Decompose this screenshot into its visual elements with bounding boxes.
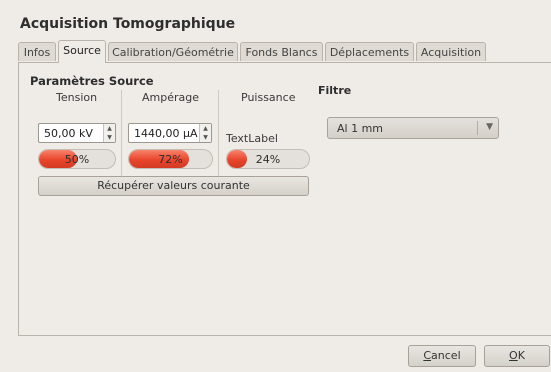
window-title: Acquisition Tomographique xyxy=(20,16,236,32)
spin-arrows: ▲ ▼ xyxy=(199,124,211,142)
column-divider xyxy=(121,90,122,176)
tab-acquisition[interactable]: Acquisition xyxy=(416,42,486,61)
puissance-label: Puissance xyxy=(241,91,296,104)
tension-spinbox[interactable]: 50,00 kV ▲ ▼ xyxy=(38,123,116,143)
filter-combobox[interactable]: Al 1 mm ▼ xyxy=(327,117,499,139)
ok-label-rest: K xyxy=(517,349,525,362)
cancel-button[interactable]: Cancel xyxy=(408,345,476,367)
spin-down-icon[interactable]: ▼ xyxy=(104,133,115,142)
puissance-progress-text: 24% xyxy=(255,153,281,166)
tension-label: Tension xyxy=(56,91,98,104)
fetch-current-values-button[interactable]: Récupérer valeurs courante xyxy=(38,176,309,196)
spin-arrows: ▲ ▼ xyxy=(103,124,115,142)
tension-value: 50,00 kV xyxy=(44,127,93,140)
ok-button[interactable]: OK xyxy=(484,345,550,367)
amperage-progress-bar: 72% xyxy=(128,149,213,169)
puissance-progress-bar: 24% xyxy=(226,149,310,169)
spin-up-icon[interactable]: ▲ xyxy=(104,124,115,133)
tension-progress-text: 50% xyxy=(64,153,90,166)
puissance-text-label: TextLabel xyxy=(226,132,278,145)
chevron-down-icon[interactable]: ▼ xyxy=(486,122,493,132)
source-group-title: Paramètres Source xyxy=(30,74,154,88)
tension-progress-bar: 50% xyxy=(38,149,116,169)
filter-selected-value: Al 1 mm xyxy=(337,122,384,135)
spin-up-icon[interactable]: ▲ xyxy=(200,124,211,133)
column-divider xyxy=(218,90,219,176)
amperage-value: 1440,00 µA xyxy=(134,127,198,140)
combo-separator xyxy=(477,121,478,135)
tab-deplacements[interactable]: Déplacements xyxy=(325,42,414,61)
ok-mnemonic: O xyxy=(509,349,518,362)
tab-source[interactable]: Source xyxy=(58,40,106,63)
amperage-label: Ampérage xyxy=(142,91,200,104)
tab-bar: Infos Source Calibration/Géométrie Fonds… xyxy=(18,40,538,63)
amperage-spinbox[interactable]: 1440,00 µA ▲ ▼ xyxy=(128,123,212,143)
cancel-label-rest: ancel xyxy=(431,349,461,362)
amperage-progress-text: 72% xyxy=(158,153,183,166)
spin-down-icon[interactable]: ▼ xyxy=(200,133,211,142)
filter-title: Filtre xyxy=(318,84,352,97)
tab-infos[interactable]: Infos xyxy=(18,42,56,61)
cancel-mnemonic: C xyxy=(423,349,432,362)
tab-fonds-blancs[interactable]: Fonds Blancs xyxy=(240,42,323,61)
tab-calibration-geometrie[interactable]: Calibration/Géométrie xyxy=(108,42,238,61)
